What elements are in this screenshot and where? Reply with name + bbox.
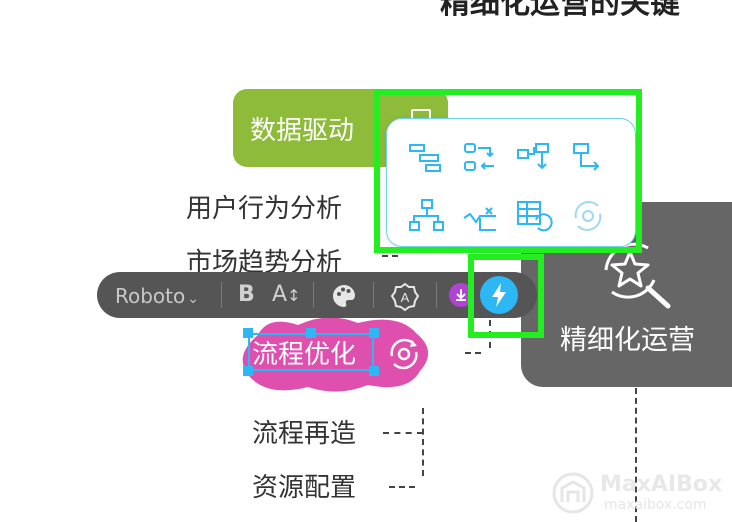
cycle-gear-icon[interactable]: [384, 334, 424, 374]
connector-line: [382, 255, 398, 257]
connector-line: [465, 352, 481, 354]
resize-handle[interactable]: [306, 328, 316, 338]
highlight-frame: [468, 254, 544, 338]
toolbar-divider: [373, 282, 374, 308]
bold-button[interactable]: B: [238, 282, 255, 307]
highlight-frame: [374, 89, 642, 253]
text-style-badge-icon[interactable]: A: [390, 282, 420, 312]
resize-handle[interactable]: [369, 366, 379, 376]
svg-text:A: A: [401, 290, 410, 305]
connector-line: [383, 432, 423, 434]
watermark-logo-icon: [552, 472, 594, 514]
node-fine-ops-label: 精细化运营: [560, 325, 695, 356]
node-resource-alloc[interactable]: 资源配置: [252, 467, 356, 504]
text-size-button[interactable]: A↕: [272, 282, 300, 307]
resize-handle[interactable]: [243, 366, 253, 376]
connector-line: [389, 486, 415, 488]
toolbar-divider: [221, 282, 222, 308]
map-title: 精细化运营的关键: [440, 0, 680, 21]
toolbar-divider: [436, 282, 437, 308]
resize-handle[interactable]: [243, 328, 253, 338]
watermark-brand: MaxAIBox: [600, 472, 723, 497]
node-data-driven-label: 数据驱动: [250, 116, 355, 146]
toolbar-divider: [313, 282, 314, 308]
node-process-reengineer[interactable]: 流程再造: [252, 413, 356, 450]
selection-box: [248, 333, 374, 371]
font-family-select[interactable]: Roboto ⌄: [115, 284, 199, 308]
chevron-down-icon: ⌄: [187, 291, 199, 307]
connector-line: [422, 408, 424, 476]
palette-icon[interactable]: [331, 283, 357, 309]
watermark-url: maxaibox.com: [604, 497, 707, 513]
resize-handle[interactable]: [369, 328, 379, 338]
node-user-behavior[interactable]: 用户行为分析: [186, 188, 342, 225]
